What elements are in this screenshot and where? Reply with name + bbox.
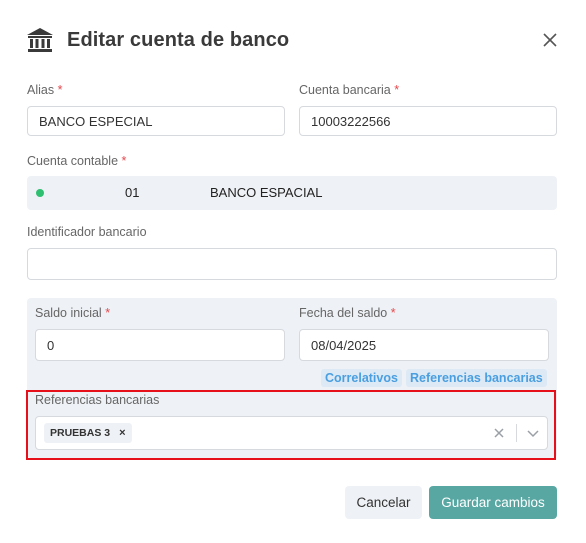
accounting-account-label: Cuenta contable *	[27, 154, 126, 168]
status-dot	[36, 189, 44, 197]
remove-tag-icon[interactable]: ×	[119, 427, 125, 439]
alias-label: Alias *	[27, 83, 62, 97]
accounting-account-label-text: Cuenta contable	[27, 154, 119, 168]
bank-icon	[26, 26, 54, 54]
balance-date-input[interactable]: 08/04/2025	[299, 329, 549, 361]
bank-references-select[interactable]: PRUEBAS 3 ×	[35, 416, 548, 450]
modal-header: Editar cuenta de banco	[26, 25, 289, 55]
required-mark: *	[390, 306, 396, 320]
close-icon[interactable]	[540, 30, 560, 50]
bank-account-input[interactable]: 10003222566	[299, 106, 557, 136]
alias-label-text: Alias	[27, 83, 55, 97]
save-changes-button[interactable]: Guardar cambios	[429, 486, 557, 519]
account-name: BANCO ESPACIAL	[210, 185, 323, 200]
bank-references-label: Referencias bancarias	[35, 393, 160, 407]
required-mark: *	[105, 306, 111, 320]
initial-balance-label-text: Saldo inicial	[35, 306, 102, 320]
clear-icon[interactable]	[492, 426, 506, 440]
required-mark: *	[394, 83, 400, 97]
cancel-button[interactable]: Cancelar	[345, 486, 422, 519]
bank-account-label-text: Cuenta bancaria	[299, 83, 391, 97]
bank-references-link[interactable]: Referencias bancarias	[406, 369, 547, 387]
modal-title: Editar cuenta de banco	[67, 28, 290, 51]
accounting-account-select[interactable]: 01 BANCO ESPACIAL	[27, 176, 557, 210]
initial-balance-value: 0	[47, 337, 55, 353]
initial-balance-input[interactable]: 0	[35, 329, 285, 361]
alias-input[interactable]: BANCO ESPECIAL	[27, 106, 285, 136]
balance-date-label-text: Fecha del saldo	[299, 306, 388, 320]
alias-value: BANCO ESPECIAL	[39, 113, 153, 129]
account-code: 01	[125, 185, 140, 200]
edit-bank-account-modal: Editar cuenta de banco Alias * BANCO ESP…	[0, 0, 586, 543]
reference-tag-label: PRUEBAS 3	[50, 427, 111, 439]
balance-date-value: 08/04/2025	[311, 337, 377, 353]
bank-account-value: 10003222566	[311, 113, 391, 129]
balance-date-label: Fecha del saldo *	[299, 306, 396, 320]
chevron-down-icon[interactable]	[526, 426, 540, 440]
bank-identifier-input[interactable]	[27, 248, 557, 280]
bank-account-label: Cuenta bancaria *	[299, 83, 399, 97]
initial-balance-label: Saldo inicial *	[35, 306, 110, 320]
required-mark: *	[57, 83, 63, 97]
required-mark: *	[121, 154, 127, 168]
bank-identifier-label: Identificador bancario	[27, 225, 147, 239]
reference-tag: PRUEBAS 3 ×	[44, 423, 132, 443]
divider	[516, 424, 517, 442]
correlativos-link[interactable]: Correlativos	[321, 369, 402, 387]
